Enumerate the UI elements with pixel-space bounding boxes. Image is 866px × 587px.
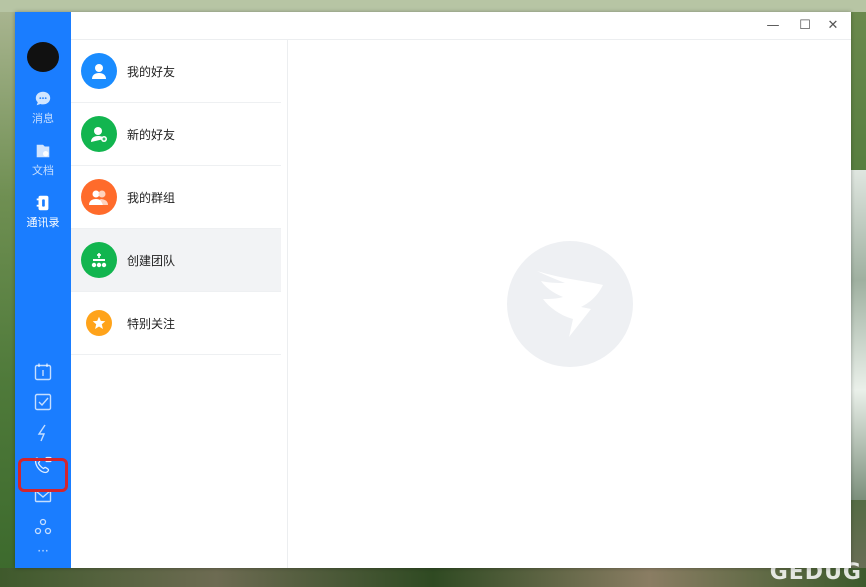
calendar-icon[interactable] [33,362,53,382]
org-chart-icon [81,242,117,278]
chat-icon [35,91,51,106]
list-item-label: 创建团队 [127,253,176,268]
list-item-label: 特别关注 [127,316,176,331]
nav-item-contacts[interactable]: 通讯录 [15,194,71,230]
maximize-button[interactable]: ☐ [797,18,813,34]
todo-icon[interactable] [33,392,53,412]
ding-icon[interactable] [33,423,53,443]
more-icon[interactable]: ··· [15,544,71,558]
list-item-my-groups[interactable]: 我的群组 [71,166,281,229]
desktop-sky [0,0,866,12]
title-bar-divider [71,39,851,40]
nav-item-label: 消息 [32,112,54,125]
group-icon [81,179,117,215]
list-item-label: 我的群组 [127,190,176,205]
docs-icon [36,144,50,158]
dingtalk-logo-icon [537,271,603,337]
nav-item-label: 通讯录 [26,216,60,229]
list-item-new-friends[interactable]: 新的好友 [71,103,281,166]
star-icon [86,310,112,336]
list-item-create-team[interactable]: 创建团队 [71,229,281,292]
minimize-button[interactable]: — [765,18,781,34]
desktop-bottom [0,568,866,587]
friend-icon [81,53,117,89]
app-window: 消息 文档 通讯录 ··· 我的好友 新的好友 我的群组 创建团队 特别关注 —… [15,12,851,568]
add-friend-icon [81,116,117,152]
list-item-label: 新的好友 [127,127,176,142]
list-item-label: 我的好友 [127,64,176,79]
pane-divider [287,40,288,568]
nav-item-docs[interactable]: 文档 [15,142,71,178]
close-button[interactable]: ✕ [825,18,841,34]
list-item-special-follow[interactable]: 特别关注 [71,292,281,355]
contacts-list: 我的好友 新的好友 我的群组 创建团队 特别关注 [71,12,281,568]
desktop-left [0,12,15,568]
avatar[interactable] [27,42,59,72]
list-item-my-friends[interactable]: 我的好友 [71,40,281,103]
contacts-icon [36,195,49,211]
app-logo-placeholder [507,241,633,367]
annotation-highlight-box [18,458,68,492]
apps-icon[interactable] [33,517,53,537]
nav-item-label: 文档 [32,164,54,177]
nav-item-messages[interactable]: 消息 [15,90,71,126]
